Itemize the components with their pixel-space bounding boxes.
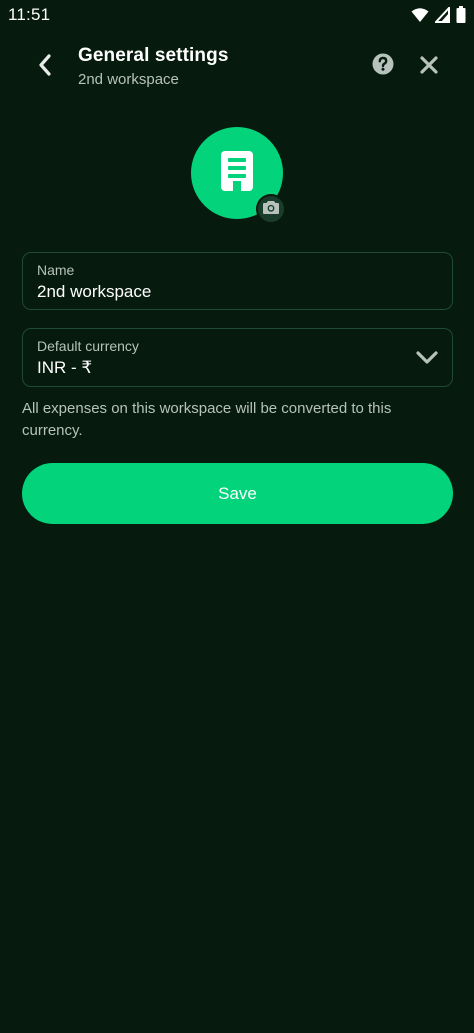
header: General settings 2nd workspace xyxy=(0,36,474,100)
help-button[interactable] xyxy=(368,51,398,81)
currency-helper-text: All expenses on this workspace will be c… xyxy=(22,400,392,439)
save-button[interactable]: Save xyxy=(22,463,453,524)
signal-icon xyxy=(433,4,450,28)
building-icon xyxy=(221,150,253,196)
battery-icon xyxy=(456,6,466,28)
name-field-label: Name xyxy=(37,262,75,278)
back-button[interactable] xyxy=(26,48,64,86)
change-avatar-button[interactable] xyxy=(256,194,286,224)
chevron-down-icon xyxy=(414,345,440,371)
default-currency-select[interactable]: Default currency INR - ₹ xyxy=(22,328,453,387)
status-time: 11:51 xyxy=(8,5,51,24)
close-button[interactable] xyxy=(412,50,446,84)
close-icon xyxy=(419,55,439,80)
question-circle-icon xyxy=(372,53,394,80)
currency-field-value: INR - ₹ xyxy=(37,358,93,377)
camera-icon xyxy=(263,200,279,219)
page-subtitle: 2nd workspace xyxy=(78,71,179,88)
wifi-icon xyxy=(411,7,429,28)
currency-field-label: Default currency xyxy=(37,338,139,354)
chevron-left-icon xyxy=(37,53,53,82)
page-title: General settings xyxy=(78,45,229,66)
status-bar: 11:51 xyxy=(0,0,474,30)
status-icons xyxy=(411,4,466,28)
name-field[interactable]: Name 2nd workspace xyxy=(22,252,453,310)
name-field-value[interactable]: 2nd workspace xyxy=(37,282,151,302)
workspace-general-settings-screen: 11:51 General settings 2nd workspace Nam… xyxy=(0,0,474,1033)
